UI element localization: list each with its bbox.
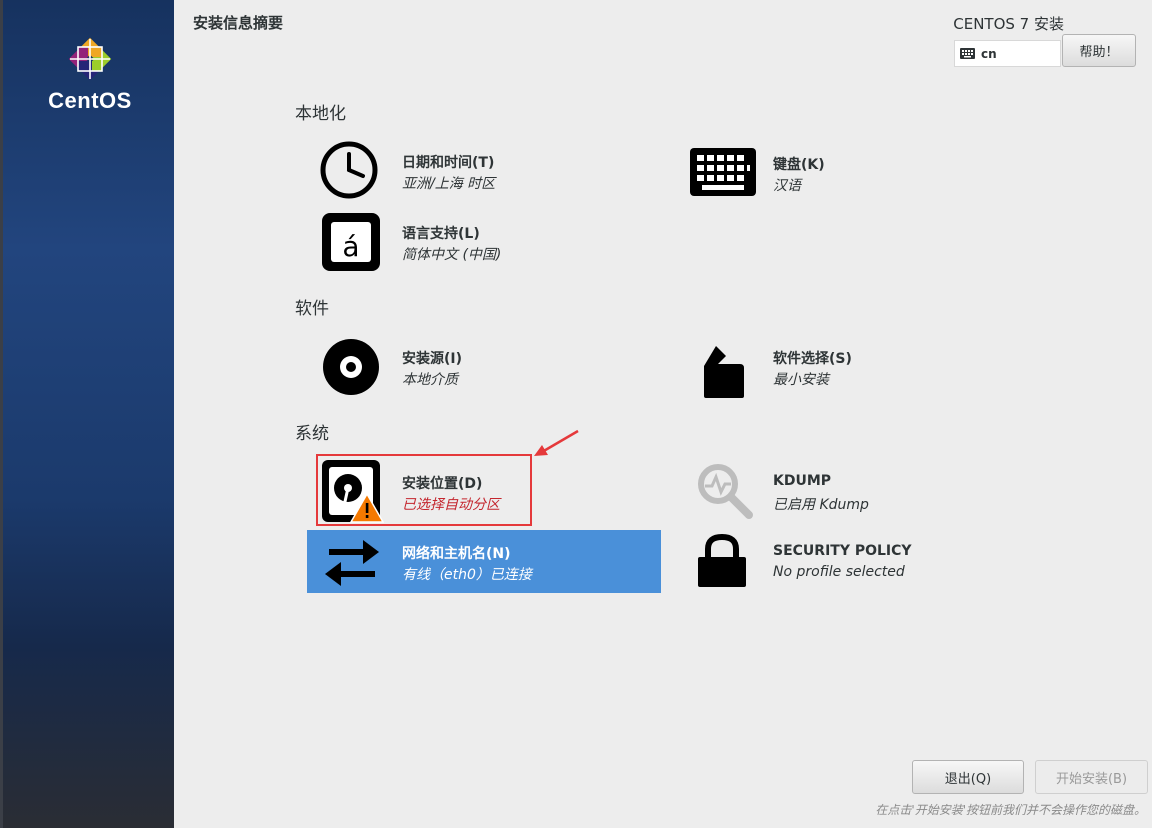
- language-icon: á: [322, 213, 380, 271]
- keyboard-icon: [690, 148, 756, 196]
- section-software: 软件: [295, 299, 329, 319]
- network-arrows-icon: [325, 540, 379, 586]
- optical-disc-icon: [323, 339, 379, 395]
- centos-logo-icon: [68, 37, 112, 81]
- section-system: 系统: [295, 424, 329, 444]
- spoke-source[interactable]: 安装源(I) 本地介质: [307, 330, 661, 400]
- spoke-security-title: SECURITY POLICY: [773, 543, 912, 559]
- spoke-network-title: 网络和主机名(N): [402, 546, 511, 562]
- spoke-language[interactable]: á 语言支持(L) 简体中文 (中国): [307, 205, 661, 275]
- sidebar-edge: [0, 0, 3, 828]
- spoke-keyboard-title: 键盘(K): [773, 157, 825, 173]
- spoke-kdump[interactable]: KDUMP 已启用 Kdump: [680, 455, 1034, 525]
- annotation-arrow-icon: [534, 429, 579, 456]
- quit-button[interactable]: 退出(Q): [912, 760, 1024, 794]
- package-icon: [704, 346, 744, 398]
- spoke-language-title: 语言支持(L): [402, 226, 480, 242]
- spoke-datetime-title: 日期和时间(T): [402, 155, 495, 171]
- spoke-keyboard[interactable]: 键盘(K) 汉语: [680, 134, 1034, 204]
- spoke-source-status: 本地介质: [402, 372, 458, 388]
- spoke-datetime-status: 亚洲/上海 时区: [402, 176, 496, 192]
- page-title: 安装信息摘要: [193, 14, 284, 32]
- spoke-datetime[interactable]: 日期和时间(T) 亚洲/上海 时区: [307, 134, 661, 204]
- help-button[interactable]: 帮助！: [1062, 34, 1136, 67]
- keyboard-icon: [960, 48, 975, 59]
- spoke-software-selection-status: 最小安装: [773, 372, 829, 388]
- centos-logo: CentOS: [44, 36, 136, 114]
- keyboard-layout-indicator[interactable]: cn: [954, 40, 1061, 67]
- spoke-software-selection[interactable]: 软件选择(S) 最小安装: [680, 330, 1034, 400]
- sidebar: CentOS: [0, 0, 174, 828]
- magnifier-icon: [698, 464, 753, 519]
- spoke-source-title: 安装源(I): [402, 351, 463, 367]
- spoke-security[interactable]: SECURITY POLICY No profile selected: [680, 530, 1034, 593]
- begin-installation-button[interactable]: 开始安装(B): [1035, 760, 1148, 794]
- spoke-network[interactable]: 网络和主机名(N) 有线（eth0）已连接: [307, 530, 661, 593]
- spoke-software-selection-title: 软件选择(S): [773, 351, 852, 367]
- annotation-highlight-box: [316, 454, 532, 526]
- product-title: CENTOS 7 安装: [953, 15, 1064, 33]
- logo-text: CentOS: [48, 88, 132, 113]
- padlock-icon: [698, 533, 746, 587]
- spoke-network-status: 有线（eth0）已连接: [402, 567, 532, 583]
- svg-text:á: á: [342, 230, 359, 263]
- spoke-language-status: 简体中文 (中国): [402, 247, 502, 263]
- section-localization: 本地化: [295, 104, 346, 124]
- footer-note: 在点击'开始安装'按钮前我们并不会操作您的磁盘。: [875, 803, 1146, 817]
- spoke-keyboard-status: 汉语: [773, 178, 801, 194]
- spoke-security-status: No profile selected: [773, 564, 905, 580]
- keyboard-layout-label: cn: [981, 46, 997, 61]
- spoke-kdump-title: KDUMP: [773, 473, 832, 489]
- clock-icon: [320, 141, 378, 199]
- spoke-kdump-status: 已启用 Kdump: [773, 497, 869, 513]
